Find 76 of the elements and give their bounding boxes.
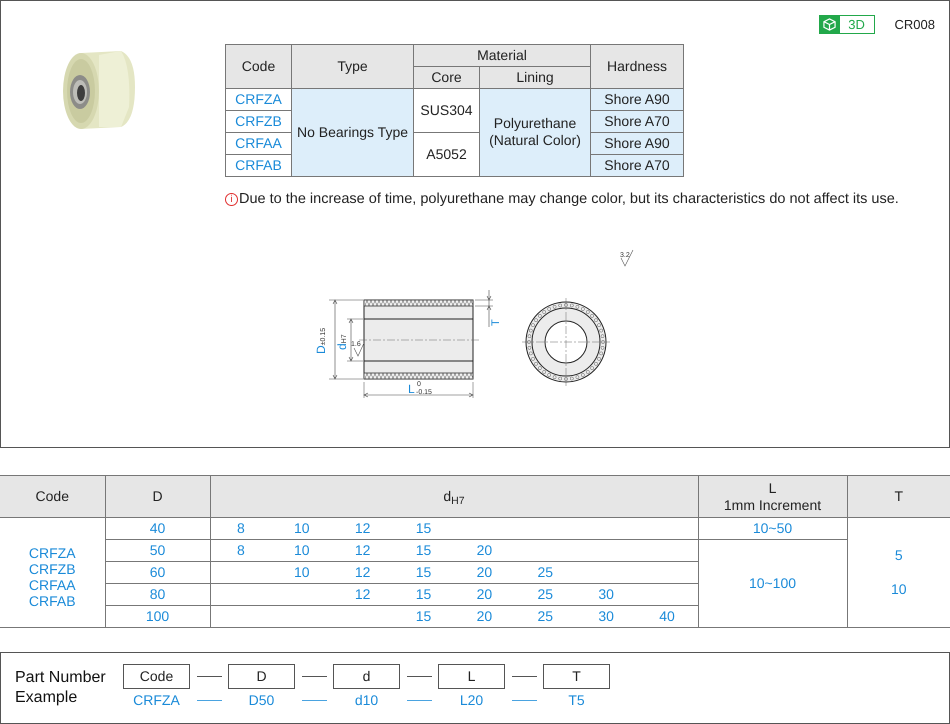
table-cell: 40 xyxy=(659,608,675,624)
info-icon: i xyxy=(225,192,238,206)
example-value: CRFZA xyxy=(133,690,180,710)
cube-icon xyxy=(820,16,840,34)
table-cell: 15 xyxy=(416,520,432,536)
code-link[interactable]: CRFAA xyxy=(226,132,292,154)
column-header: d$_{H7}$ xyxy=(210,476,698,518)
table-cell-text: 5 xyxy=(894,546,904,565)
table-cell: 25 xyxy=(538,586,554,602)
table-cell: 50 xyxy=(105,540,210,562)
column-header: Type xyxy=(292,44,414,88)
code-link[interactable]: CRFZA xyxy=(0,544,104,560)
part-field: D xyxy=(228,664,295,689)
example-value: D50 xyxy=(248,690,274,710)
code-link[interactable]: CRFZA xyxy=(226,88,292,110)
table-cell: Polyurethane (Natural Color) xyxy=(480,88,590,176)
table-cell: 10~50 xyxy=(698,518,847,540)
table-cell: 15 xyxy=(416,542,432,558)
table-cell: Shore A70 xyxy=(590,154,684,176)
table-cell: 8 xyxy=(237,542,245,558)
product-code: CR008 xyxy=(894,16,935,34)
table-cell: 25 xyxy=(538,608,554,624)
code-link[interactable]: CRFAB xyxy=(0,592,104,608)
table-cell: Shore A90 xyxy=(590,88,684,110)
example-value: d10 xyxy=(354,690,378,710)
column-header: L 1mm Increment xyxy=(698,476,847,518)
code-link[interactable]: CRFZB xyxy=(0,560,104,576)
table-cell: 20 xyxy=(476,542,492,558)
table-cell: 15 xyxy=(416,586,432,602)
table-cell: 30 xyxy=(598,608,614,624)
table-cell: Shore A70 xyxy=(590,110,684,132)
code-link[interactable]: CRFAA xyxy=(0,576,104,592)
table-cell: 8 xyxy=(237,520,245,536)
table-cell-text: 10 xyxy=(890,580,908,599)
example-value: L20 xyxy=(460,690,484,710)
part-number-label: Part Number xyxy=(15,668,107,688)
table-cell: 10 xyxy=(294,564,310,580)
column-header: Lining xyxy=(480,66,590,88)
part-field: L xyxy=(438,664,505,689)
table-cell: 10 xyxy=(294,520,310,536)
part-field: Code xyxy=(123,664,190,689)
table-cell: 12 xyxy=(354,542,370,558)
column-header: Code xyxy=(226,44,292,88)
code-link[interactable]: CRFZB xyxy=(226,110,292,132)
table-cell: 60 xyxy=(105,562,210,584)
table-cell: 10 xyxy=(294,542,310,558)
table-cell: 12 xyxy=(354,520,370,536)
table-cell: 80 xyxy=(105,584,210,606)
3d-button[interactable]: 3D xyxy=(818,15,875,34)
thickness-label: T xyxy=(490,320,502,326)
table-cell: 20 xyxy=(476,608,492,624)
part-field: T xyxy=(543,664,610,689)
table-cell: 12 xyxy=(354,586,370,602)
table-cell: Shore A90 xyxy=(590,132,684,154)
column-header: Hardness xyxy=(590,44,684,88)
table-cell: 25 xyxy=(538,564,554,580)
part-field: d xyxy=(333,664,400,689)
column-header: T xyxy=(847,476,950,518)
table-cell: 20 xyxy=(476,564,492,580)
length-label: L xyxy=(408,382,415,396)
table-cell: 15 xyxy=(416,608,432,624)
column-header: Code xyxy=(0,476,105,518)
table-cell: No Bearings Type xyxy=(292,88,414,176)
code-link[interactable]: CRFAB xyxy=(226,154,292,176)
part-number-label: Example xyxy=(15,688,78,708)
example-value: T5 xyxy=(568,690,585,710)
column-header: D xyxy=(105,476,210,518)
table-cell: 100 xyxy=(105,606,210,628)
column-header: Core xyxy=(414,66,480,88)
note-text: Due to the increase of time, polyurethane may change color, but its characteristics do not affect its use. xyxy=(239,190,899,208)
column-header: Material xyxy=(414,44,590,66)
table-cell: 15 xyxy=(416,564,432,580)
table-cell: 20 xyxy=(476,586,492,602)
table-cell: 40 xyxy=(105,518,210,540)
table-cell: 12 xyxy=(354,564,370,580)
table-cell: 30 xyxy=(598,586,614,602)
